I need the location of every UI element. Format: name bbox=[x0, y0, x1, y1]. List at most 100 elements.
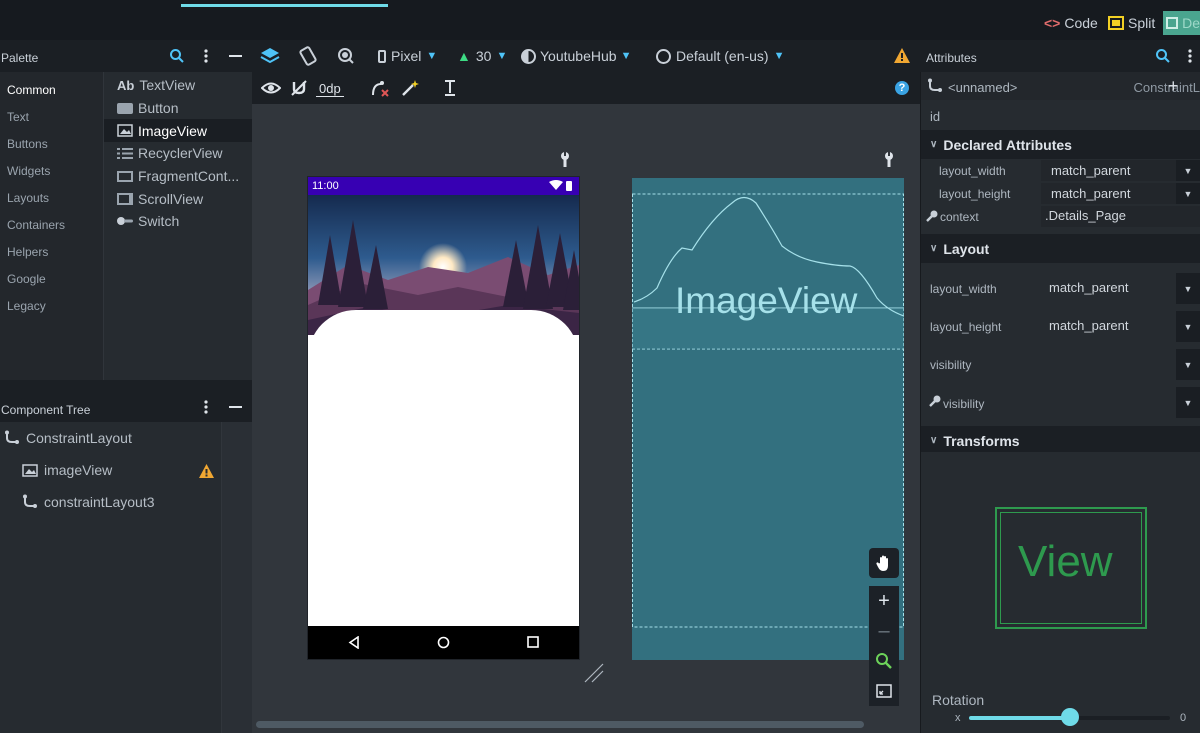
id-row[interactable]: id bbox=[921, 100, 1200, 130]
theme-selector[interactable]: YoutubeHub ▼ bbox=[521, 48, 631, 64]
resize-handle-icon[interactable] bbox=[583, 662, 605, 684]
add-attribute-icon[interactable]: + bbox=[1168, 76, 1179, 97]
recents-icon bbox=[527, 636, 539, 648]
split-icon bbox=[1108, 16, 1124, 30]
warning-icon[interactable] bbox=[893, 47, 911, 64]
switch-icon bbox=[117, 217, 133, 226]
zoom-out-button[interactable]: – bbox=[869, 616, 899, 646]
layout-row-height[interactable]: layout_height match_parent ▼ bbox=[921, 307, 1200, 345]
attr-name: visibility bbox=[943, 397, 985, 411]
guidelines-icon[interactable] bbox=[442, 79, 458, 97]
layout-row-visibility[interactable]: visibility ▼ bbox=[921, 345, 1200, 383]
blueprint-view[interactable]: ImageView bbox=[632, 178, 904, 660]
design-surface-icon[interactable] bbox=[260, 46, 280, 66]
pan-button[interactable] bbox=[869, 548, 899, 578]
panel-divider[interactable] bbox=[0, 380, 252, 394]
fragment-icon bbox=[117, 170, 133, 182]
more-options-icon[interactable] bbox=[202, 399, 210, 415]
wrench-icon[interactable] bbox=[883, 152, 895, 168]
infer-constraints-icon[interactable] bbox=[401, 79, 419, 97]
warning-icon[interactable] bbox=[198, 463, 215, 479]
palette-item-recyclerview[interactable]: RecyclerView bbox=[104, 142, 252, 165]
attr-name: visibility bbox=[930, 358, 972, 372]
api-level-selector[interactable]: ▲ 30 ▼ bbox=[457, 48, 507, 64]
search-icon[interactable] bbox=[1155, 48, 1171, 64]
selected-component-header: <unnamed> ConstraintL bbox=[921, 72, 1200, 100]
minimize-icon[interactable] bbox=[229, 406, 242, 408]
android-icon: ▲ bbox=[457, 48, 471, 64]
clear-constraints-icon[interactable] bbox=[370, 79, 390, 97]
phone-preview[interactable]: 11:00 bbox=[308, 177, 579, 659]
dropdown-button[interactable]: ▼ bbox=[1176, 273, 1200, 304]
palette-item-textview[interactable]: Ab TextView bbox=[104, 74, 252, 97]
dropdown-button[interactable]: ▼ bbox=[1176, 387, 1200, 418]
locale-selector[interactable]: Default (en-us) ▼ bbox=[656, 48, 784, 64]
device-selector[interactable]: Pixel ▼ bbox=[378, 48, 437, 64]
zoom-fit-button[interactable] bbox=[869, 646, 899, 676]
night-mode-icon[interactable] bbox=[336, 46, 356, 66]
horizontal-scrollbar[interactable] bbox=[256, 721, 864, 728]
split-mode-button[interactable]: Split bbox=[1108, 13, 1155, 33]
dropdown-button[interactable]: ▼ bbox=[1176, 160, 1200, 181]
code-mode-button[interactable]: <> Code bbox=[1044, 13, 1098, 33]
search-icon[interactable] bbox=[169, 48, 185, 64]
palette-item-switch[interactable]: Switch bbox=[104, 210, 252, 233]
category-common[interactable]: Common bbox=[0, 75, 103, 102]
view-preview-box: View bbox=[995, 507, 1147, 629]
declared-row-context[interactable]: context .Details_Page bbox=[921, 205, 1200, 228]
dropdown-button[interactable]: ▼ bbox=[1176, 349, 1200, 380]
layout-section-header[interactable]: ∨ Layout bbox=[921, 234, 1200, 263]
dropdown-button[interactable]: ▼ bbox=[1176, 183, 1200, 204]
tree-node-constraintlayout[interactable]: ConstraintLayout bbox=[0, 422, 252, 454]
more-options-icon[interactable] bbox=[202, 48, 210, 64]
transforms-section-header[interactable]: ∨ Transforms bbox=[921, 426, 1200, 455]
palette-item-label: FragmentCont... bbox=[138, 168, 240, 185]
palette-item-button[interactable]: Button bbox=[104, 97, 252, 120]
design-mode-button[interactable]: De bbox=[1163, 11, 1200, 35]
category-google[interactable]: Google bbox=[0, 264, 103, 291]
palette-item-scrollview[interactable]: ScrollView bbox=[104, 187, 252, 210]
rotation-slider-thumb[interactable] bbox=[1060, 708, 1079, 726]
image-icon bbox=[117, 124, 133, 137]
category-helpers[interactable]: Helpers bbox=[0, 237, 103, 264]
tree-node-imageview[interactable]: imageView bbox=[0, 454, 252, 486]
help-icon[interactable]: ? bbox=[895, 81, 909, 95]
autoconnect-off-icon[interactable] bbox=[290, 79, 308, 97]
category-legacy[interactable]: Legacy bbox=[0, 291, 103, 318]
category-containers[interactable]: Containers bbox=[0, 210, 103, 237]
zoom-in-button[interactable]: + bbox=[869, 586, 899, 616]
category-widgets[interactable]: Widgets bbox=[0, 156, 103, 183]
constraint-layout-icon bbox=[23, 494, 37, 508]
declared-row-layout-width[interactable]: layout_width match_parent ▼ bbox=[921, 159, 1200, 182]
palette-item-fragmentcontainer[interactable]: FragmentCont... bbox=[104, 165, 252, 188]
content-card[interactable] bbox=[308, 310, 579, 626]
palette-item-label: Button bbox=[138, 100, 179, 117]
layout-row-width[interactable]: layout_width match_parent ▼ bbox=[921, 269, 1200, 307]
declared-row-layout-height[interactable]: layout_height match_parent ▼ bbox=[921, 182, 1200, 205]
palette-items: Ab TextView Button ImageView RecyclerVie… bbox=[103, 72, 252, 380]
palette-item-imageview[interactable]: ImageView bbox=[104, 119, 252, 143]
orientation-icon[interactable] bbox=[298, 46, 318, 66]
category-text[interactable]: Text bbox=[0, 102, 103, 129]
tree-node-constraintlayout3[interactable]: constraintLayout3 bbox=[0, 486, 252, 518]
layout-row-tools-visibility[interactable]: visibility ▼ bbox=[921, 383, 1200, 421]
wrench-icon[interactable] bbox=[559, 152, 571, 168]
component-type: ConstraintL bbox=[1133, 80, 1200, 95]
dropdown-button[interactable]: ▼ bbox=[1176, 311, 1200, 342]
palette-item-label: Switch bbox=[138, 213, 180, 230]
declared-attributes-header[interactable]: ∨ Declared Attributes + bbox=[921, 76, 1200, 159]
eye-icon[interactable] bbox=[261, 80, 281, 96]
image-icon bbox=[22, 463, 38, 477]
chevron-down-icon: ▼ bbox=[620, 50, 632, 62]
default-margin-field[interactable]: 0dp bbox=[316, 81, 344, 97]
minimize-icon[interactable] bbox=[229, 55, 242, 57]
attributes-header: Attributes bbox=[920, 40, 1200, 72]
chevron-down-icon: ▼ bbox=[426, 50, 438, 62]
textview-icon: Ab bbox=[117, 77, 135, 93]
more-options-icon[interactable] bbox=[1186, 48, 1194, 64]
category-layouts[interactable]: Layouts bbox=[0, 183, 103, 210]
zoom-actual-button[interactable] bbox=[869, 676, 899, 706]
category-buttons[interactable]: Buttons bbox=[0, 129, 103, 156]
tree-node-label: imageView bbox=[44, 462, 113, 478]
minus-icon: – bbox=[878, 619, 890, 642]
